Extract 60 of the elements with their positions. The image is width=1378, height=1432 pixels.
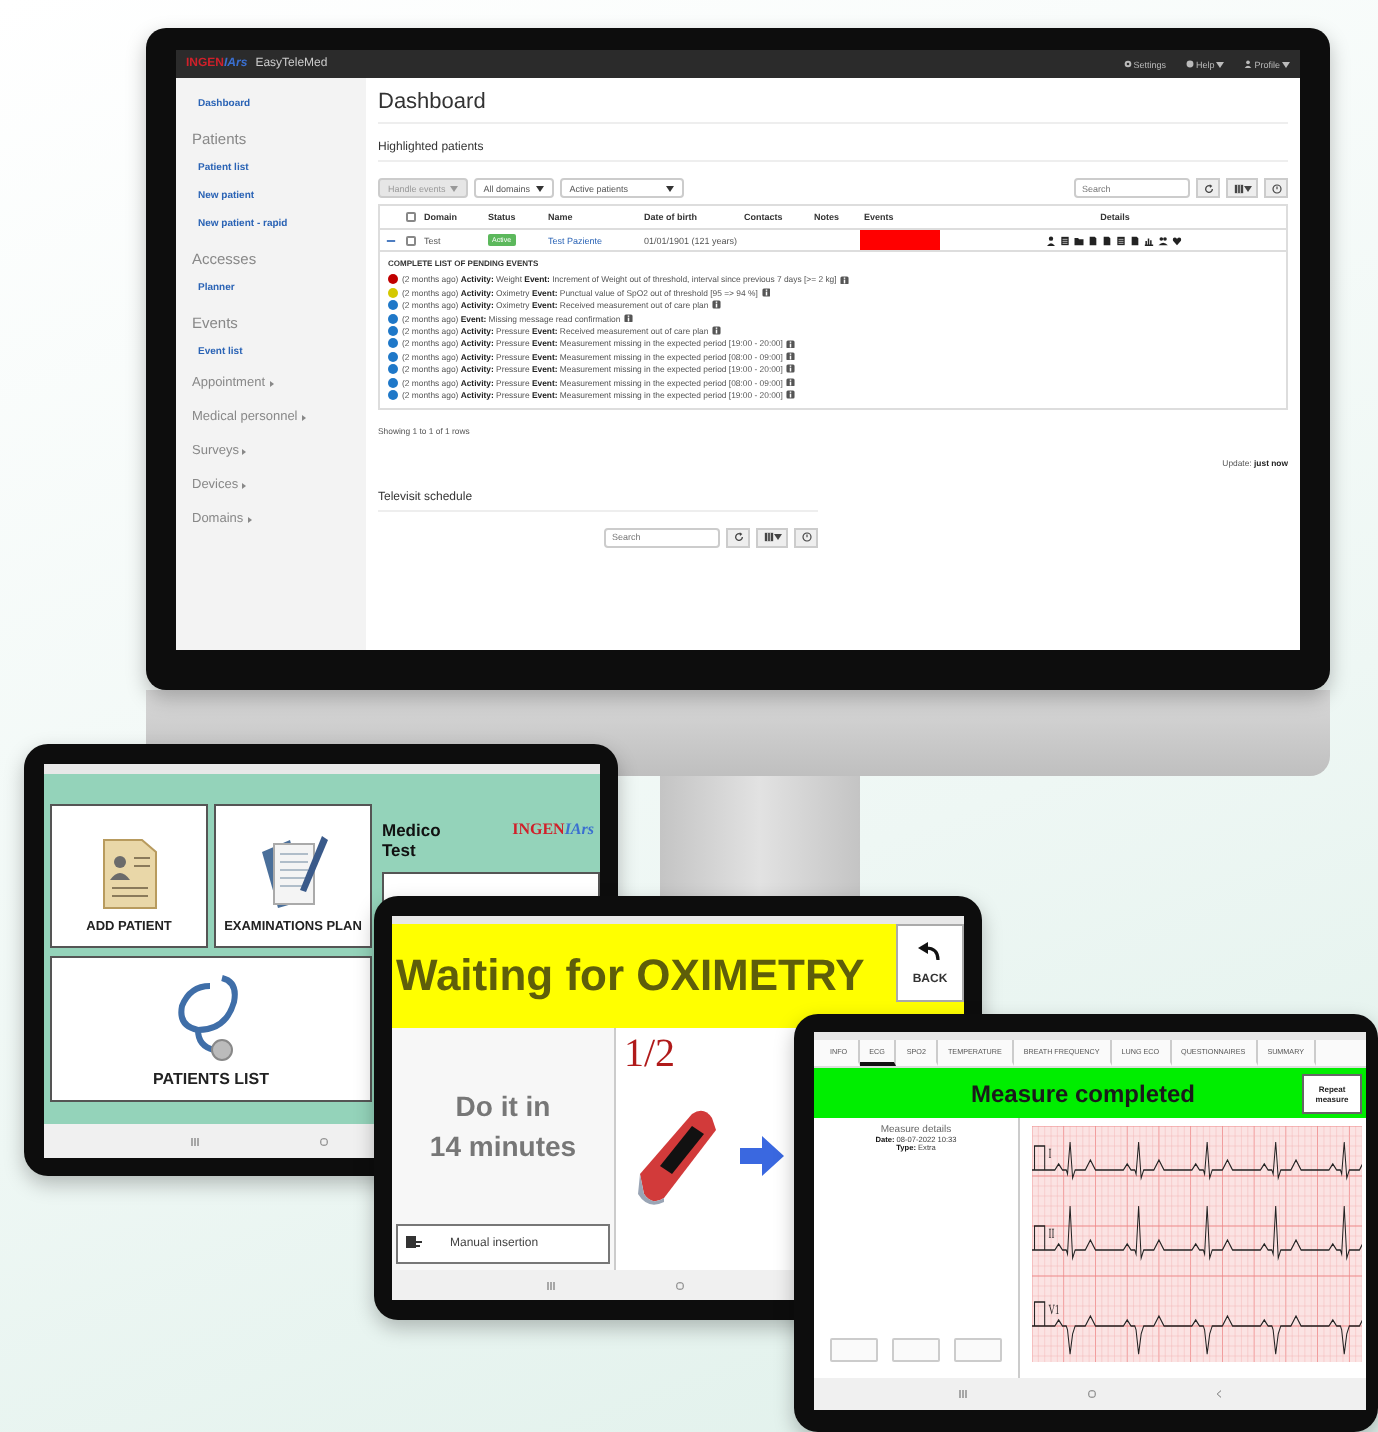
caret-icon: [449, 185, 458, 191]
folder-icon[interactable]: [1073, 235, 1083, 245]
caret-icon: [1282, 61, 1290, 67]
toggle-icon: [1271, 183, 1281, 193]
caret-icon: [535, 185, 544, 191]
info-icon[interactable]: [761, 288, 771, 298]
caret-icon: [773, 534, 781, 541]
page-title: Dashboard: [378, 90, 1288, 124]
keypad-icon: [406, 1236, 422, 1252]
columns-icon: [763, 532, 773, 543]
toggle-icon: [801, 532, 811, 543]
waiting-title: Waiting for OXIMETRY: [394, 948, 867, 1004]
info-icon[interactable]: [786, 339, 796, 349]
bar-chart-icon[interactable]: [1143, 235, 1153, 245]
logo: INGENIArs: [512, 820, 594, 838]
collapse-icon[interactable]: [385, 235, 395, 245]
help-icon: [1185, 60, 1194, 68]
refresh-button[interactable]: [726, 527, 750, 548]
arrow-right-icon: [740, 1136, 784, 1176]
info-icon[interactable]: [786, 377, 796, 387]
user-name: Medico Test: [382, 820, 443, 861]
refresh-icon: [733, 532, 743, 543]
people-icon[interactable]: [1157, 235, 1167, 245]
info-icon[interactable]: [786, 351, 796, 361]
undo-arrow-icon: [918, 941, 942, 961]
toggle-view-button[interactable]: [1264, 178, 1288, 198]
info-icon[interactable]: [840, 275, 850, 285]
heart-icon[interactable]: [1171, 235, 1181, 245]
events-alert-cell: [860, 230, 940, 250]
home-icon[interactable]: [1088, 1390, 1096, 1398]
document-icon[interactable]: [1129, 235, 1139, 245]
info-icon[interactable]: [624, 313, 634, 323]
home-icon[interactable]: [676, 1281, 684, 1289]
columns-button[interactable]: [1226, 178, 1258, 198]
person-icon[interactable]: [1045, 235, 1055, 245]
refresh-button[interactable]: [1196, 178, 1220, 198]
refresh-icon: [1203, 183, 1213, 193]
toggle-view-button[interactable]: [794, 527, 818, 548]
pulse-oximeter-icon: [632, 1106, 720, 1206]
settings-icon: [1123, 60, 1132, 68]
info-icon[interactable]: [786, 364, 796, 374]
countdown-text: Do it in 14 minutes: [429, 1087, 577, 1166]
checkbox[interactable]: [405, 212, 415, 222]
home-icon[interactable]: [320, 1137, 328, 1145]
caret-icon: [1243, 185, 1251, 191]
list-icon[interactable]: [1059, 235, 1069, 245]
caret-icon: [267, 379, 275, 387]
columns-icon: [1233, 183, 1243, 193]
info-icon[interactable]: [712, 326, 722, 336]
columns-button[interactable]: [756, 527, 788, 548]
info-icon[interactable]: [712, 300, 722, 310]
menu-tile[interactable]: PATIENTS LIST: [50, 956, 372, 1102]
user-icon: [1244, 60, 1253, 68]
caret-icon: [1216, 61, 1225, 67]
info-icon[interactable]: [786, 390, 796, 400]
list-icon[interactable]: [1115, 235, 1125, 245]
step-counter: 1/2: [624, 1032, 676, 1078]
checkbox[interactable]: [405, 235, 415, 245]
measure-status-title: Measure completed: [968, 1079, 1198, 1107]
caret-icon: [665, 185, 674, 191]
